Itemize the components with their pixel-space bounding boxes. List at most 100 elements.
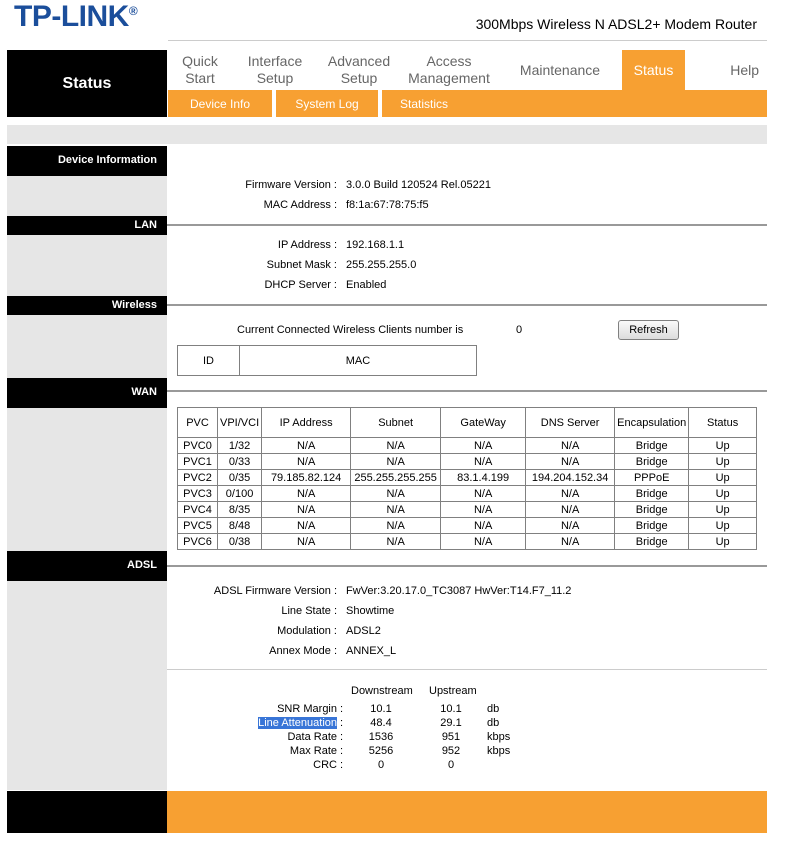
wireless-clients-table: ID MAC xyxy=(177,345,477,376)
subnav-device-info[interactable]: Device Info xyxy=(168,97,272,111)
table-cell: 0/33 xyxy=(216,453,263,470)
table-cell: N/A xyxy=(525,437,616,454)
section-device-information: Device Information xyxy=(7,146,167,176)
nav-quick-start[interactable]: Quick Start xyxy=(168,50,232,90)
line-state-value: Showtime xyxy=(346,605,395,617)
nav-help[interactable]: Help xyxy=(685,50,767,90)
table-cell: 83.1.4.199 xyxy=(440,469,527,486)
column-header-upstream: Upstream xyxy=(429,685,477,697)
table-cell: N/A xyxy=(440,501,527,518)
table-cell: N/A xyxy=(261,485,352,502)
nav-status[interactable]: Status xyxy=(622,50,685,90)
table-cell: N/A xyxy=(440,437,527,454)
stat-label: CRC xyxy=(313,759,337,771)
table-cell: N/A xyxy=(440,453,527,470)
table-cell: N/A xyxy=(261,501,352,518)
wireless-clients-label: Current Connected Wireless Clients numbe… xyxy=(237,324,464,336)
tp-link-logo: TP-LINK® xyxy=(14,0,138,33)
stat-upstream: 952 xyxy=(441,745,461,757)
table-cell: 0/35 xyxy=(216,469,263,486)
dhcp-server-value: Enabled xyxy=(346,279,387,291)
table-cell: PVC0 xyxy=(177,437,218,454)
table-cell: 79.185.82.124 xyxy=(261,469,352,486)
section-wireless: Wireless xyxy=(7,296,167,315)
column-header-id: ID xyxy=(177,345,240,376)
nav-maintenance[interactable]: Maintenance xyxy=(498,50,622,90)
modulation-label: Modulation : xyxy=(277,625,337,637)
subnav-statistics[interactable]: Statistics xyxy=(382,97,466,111)
nav-advanced-setup[interactable]: Advanced Setup xyxy=(318,50,400,90)
stat-downstream: 1536 xyxy=(368,731,394,743)
footer-bar xyxy=(167,791,767,833)
table-row: PVC4 8/35 N/A N/A N/A N/A Bridge Up xyxy=(177,501,757,518)
table-row: PVC3 0/100 N/A N/A N/A N/A Bridge Up xyxy=(177,485,757,502)
table-cell: 255.255.255.255 xyxy=(350,469,442,486)
section-divider xyxy=(167,565,767,567)
column-header: DNS Server xyxy=(525,407,616,438)
table-cell: N/A xyxy=(261,437,352,454)
table-header-row: ID MAC xyxy=(177,345,477,376)
table-row: PVC1 0/33 N/A N/A N/A N/A Bridge Up xyxy=(177,453,757,470)
refresh-button[interactable]: Refresh xyxy=(618,320,679,340)
stat-separator: : xyxy=(340,745,344,757)
column-header: IP Address xyxy=(261,407,352,438)
table-cell: Bridge xyxy=(614,437,690,454)
column-header: Status xyxy=(688,407,757,438)
main-nav: Quick Start Interface Setup Advanced Setup … xyxy=(168,50,767,90)
table-row: PVC2 0/35 79.185.82.124 255.255.255.255 83.1… xyxy=(177,469,757,486)
table-cell: PVC3 xyxy=(177,485,218,502)
column-header: Encapsulation xyxy=(614,407,690,438)
firmware-version-label: Firmware Version : xyxy=(245,179,337,191)
column-header: PVC xyxy=(177,407,218,438)
lan-ip-value: 192.168.1.1 xyxy=(346,239,405,251)
content-top-bar xyxy=(7,125,767,144)
stat-upstream: 951 xyxy=(441,731,461,743)
table-cell: Up xyxy=(688,469,757,486)
table-cell: Up xyxy=(688,517,757,534)
table-cell: N/A xyxy=(350,437,442,454)
footer-left xyxy=(7,791,167,833)
table-cell: PVC5 xyxy=(177,517,218,534)
adsl-firmware-value: FwVer:3.20.17.0_TC3087 HwVer:T14.F7_11.2 xyxy=(346,585,572,597)
lan-ip-label: IP Address : xyxy=(277,239,337,251)
stat-downstream: 48.4 xyxy=(370,717,392,729)
stat-label-selected: Line Attenuation xyxy=(258,717,337,729)
section-divider xyxy=(167,304,767,306)
stat-upstream: 0 xyxy=(447,759,455,771)
annex-mode-label: Annex Mode : xyxy=(269,645,337,657)
table-cell: Bridge xyxy=(614,501,690,518)
adsl-divider xyxy=(167,669,767,670)
table-cell: 0/38 xyxy=(216,533,263,550)
stat-label: Data Rate xyxy=(287,731,337,743)
table-cell: Bridge xyxy=(614,453,690,470)
table-cell: N/A xyxy=(261,533,352,550)
section-divider xyxy=(167,390,767,392)
table-cell: Up xyxy=(688,453,757,470)
table-cell: N/A xyxy=(525,485,616,502)
table-cell: 194.204.152.34 xyxy=(525,469,616,486)
nav-interface-setup[interactable]: Interface Setup xyxy=(232,50,318,90)
table-cell: PVC6 xyxy=(177,533,218,550)
mac-address-label: MAC Address : xyxy=(263,199,337,211)
table-cell: N/A xyxy=(440,485,527,502)
table-cell: N/A xyxy=(350,453,442,470)
section-divider xyxy=(167,224,767,226)
stat-unit: db xyxy=(487,717,500,729)
stat-unit: kbps xyxy=(487,745,511,757)
column-header: Subnet xyxy=(350,407,442,438)
table-cell: Up xyxy=(688,437,757,454)
table-cell: N/A xyxy=(525,501,616,518)
table-cell: Up xyxy=(688,485,757,502)
dhcp-server-label: DHCP Server : xyxy=(264,279,337,291)
table-cell: N/A xyxy=(525,453,616,470)
nav-access-management[interactable]: Access Management xyxy=(400,50,498,90)
table-cell: N/A xyxy=(261,517,352,534)
column-header: VPI/VCI xyxy=(216,407,263,438)
header-divider xyxy=(168,40,767,41)
section-adsl: ADSL xyxy=(7,551,167,581)
stat-upstream: 29.1 xyxy=(440,717,462,729)
subnav-system-log[interactable]: System Log xyxy=(276,97,378,111)
table-cell: Bridge xyxy=(614,485,690,502)
column-header-mac: MAC xyxy=(239,345,477,376)
table-cell: N/A xyxy=(261,453,352,470)
